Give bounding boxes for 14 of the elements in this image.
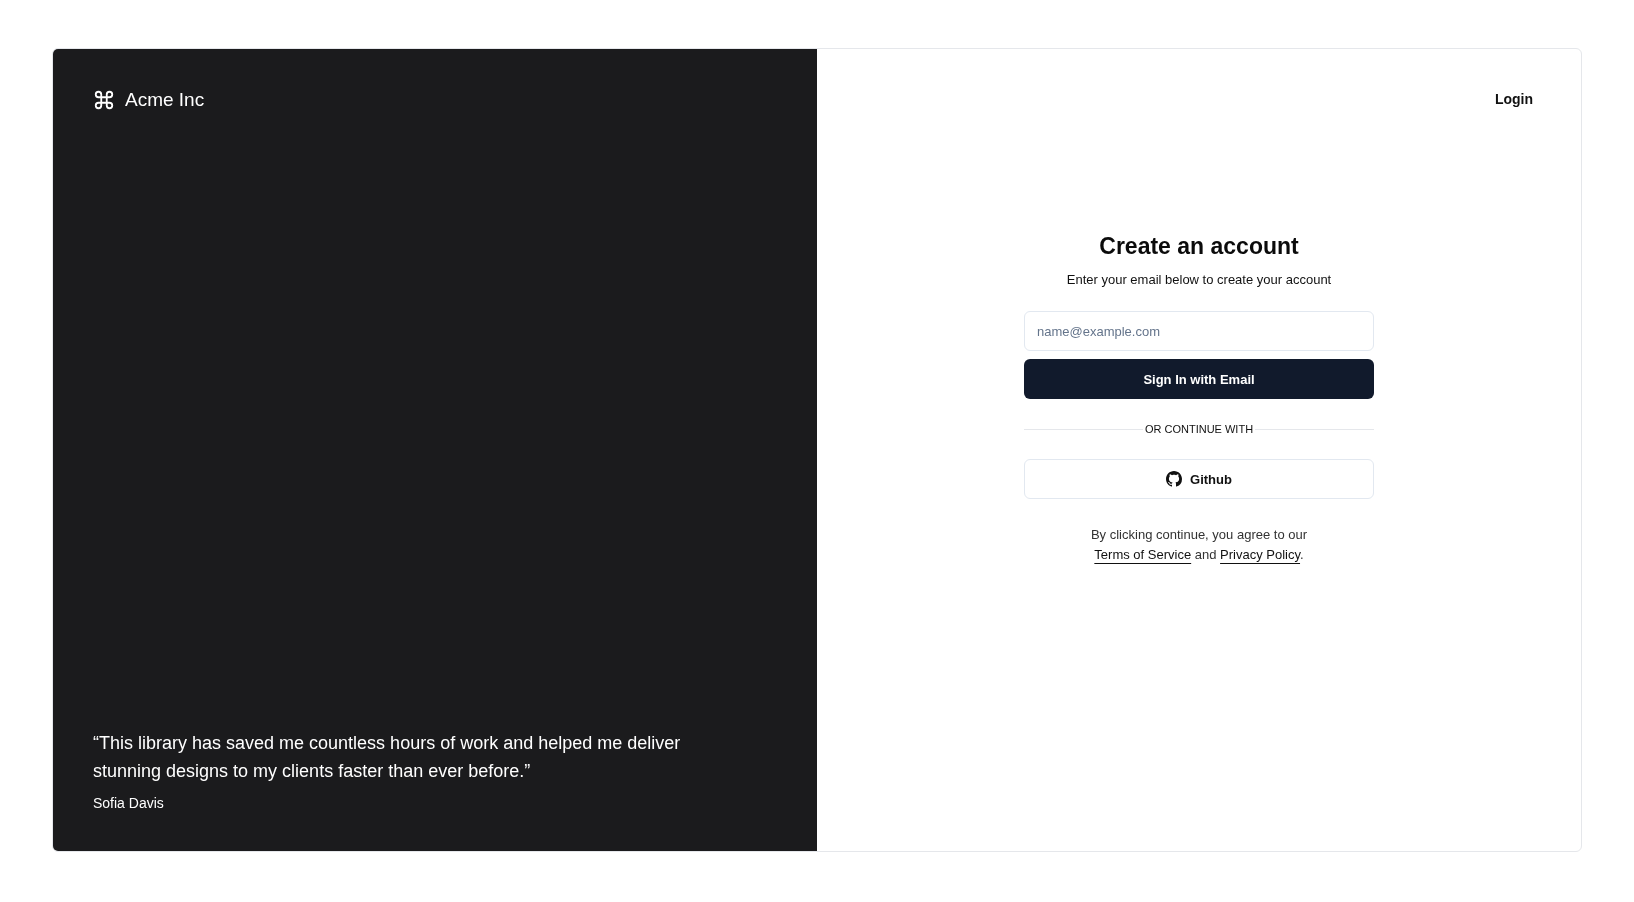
form-subtitle: Enter your email below to create your account	[1065, 272, 1333, 287]
github-icon	[1166, 471, 1183, 487]
login-link[interactable]: Login	[1494, 91, 1533, 107]
email-field[interactable]: name@example.com	[1024, 311, 1374, 351]
sign-in-button[interactable]: Sign In with Email	[1024, 359, 1374, 399]
form-title: Create an account	[1098, 233, 1300, 260]
legal-text: By clicking continue, you agree to our Terms of Service and Privacy Policy.	[1089, 526, 1309, 564]
brand-name: Acme Inc	[125, 89, 205, 111]
terms-link[interactable]: Terms of Service	[1094, 547, 1192, 562]
testimonial-quote: “This library has saved me countless hours of work and helped me deliver stunning designs to my clients faster than ever before.”	[93, 732, 682, 783]
divider-label: OR CONTINUE WITH	[1143, 423, 1255, 435]
github-button[interactable]: Github	[1024, 459, 1374, 499]
testimonial-author: Sofia Davis	[93, 795, 165, 811]
command-icon	[93, 89, 115, 111]
